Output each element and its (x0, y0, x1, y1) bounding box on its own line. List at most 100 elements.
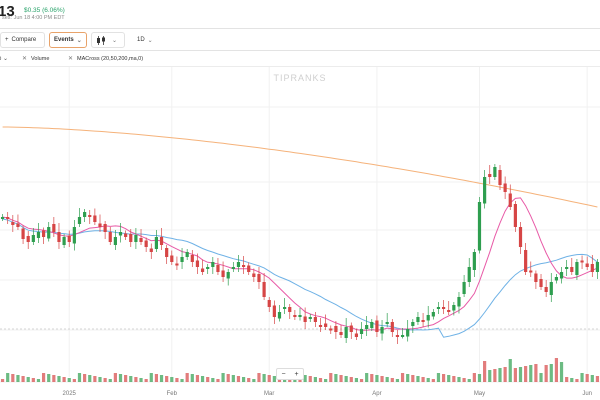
candle-body (452, 305, 456, 311)
indicator-row: p ⌄ ✕ Volume ✕ MACross (20,50,200,ma,0) (0, 51, 600, 67)
volume-bar (231, 375, 235, 382)
candle-body (503, 183, 507, 192)
events-button[interactable]: Events ⌄ (49, 32, 87, 48)
volume-bar (493, 369, 497, 382)
volume-bar (124, 375, 128, 382)
candle-body (11, 222, 15, 225)
candle-body (31, 235, 35, 242)
candle-body (175, 263, 179, 266)
volume-bar (47, 374, 51, 382)
candle-body (231, 267, 235, 269)
interval-label: 1D (137, 37, 145, 43)
candle-body (365, 325, 369, 329)
volume-bar (216, 379, 220, 382)
close-icon[interactable]: ✕ (68, 55, 73, 62)
candle-body (103, 224, 107, 232)
candle-body (416, 317, 420, 322)
candle-body (595, 262, 600, 272)
volume-bar (365, 373, 369, 382)
x-tick-label: May (474, 391, 485, 397)
volume-bar (195, 375, 200, 382)
candle-body (211, 262, 215, 267)
candle-body (129, 234, 133, 242)
candle-body (195, 260, 200, 267)
candle-body (488, 174, 492, 177)
candle-body (267, 300, 271, 307)
volume-bar (483, 361, 487, 382)
volume-bar (498, 368, 502, 382)
compare-button[interactable]: + Compare (0, 32, 45, 48)
close-time: ses: Jun 18 4:00 PM EDT (2, 15, 65, 21)
price-chart[interactable]: TIPRANKS 2025 Feb Mar Apr May Jun (0, 67, 600, 400)
candle-body (236, 262, 241, 267)
volume-bar (31, 378, 35, 382)
candle-body (67, 235, 71, 242)
volume-bar (524, 366, 528, 382)
volume-bar (477, 374, 482, 382)
candle-body (252, 273, 256, 277)
candle-body (334, 326, 338, 332)
candle-body (93, 215, 97, 222)
candle-body (159, 237, 164, 245)
candle-body (180, 257, 184, 262)
candle-body (124, 233, 128, 237)
volume-bar (185, 373, 189, 382)
candle-body (477, 202, 482, 251)
volume-bar (395, 379, 400, 382)
volume-bar (375, 375, 379, 382)
volume-bar (559, 362, 564, 382)
volume-bar (154, 374, 159, 382)
volume-bar (421, 377, 425, 382)
candle-body (200, 268, 205, 272)
volume-bar (36, 379, 41, 382)
candle-body (206, 267, 210, 269)
zoom-out-button[interactable]: − (281, 371, 285, 378)
candle-body (277, 312, 282, 319)
volume-bar (308, 376, 312, 382)
candle-body (580, 260, 584, 263)
candle-body (359, 329, 364, 334)
candle-body (441, 307, 446, 309)
volume-bar (211, 378, 215, 382)
candle-body (462, 282, 466, 294)
candle-body (272, 305, 276, 317)
candle-body (62, 237, 66, 245)
indicator-chip-macross[interactable]: ✕ MACross (20,50,200,ma,0) (68, 53, 143, 64)
candle-body (190, 255, 194, 262)
indicator-chip-partial[interactable]: p ⌄ (0, 53, 8, 64)
chevron-down-icon: ⌄ (147, 37, 153, 44)
candle-body (288, 307, 292, 312)
candle-body (262, 282, 266, 297)
candle-body (524, 250, 528, 272)
close-icon[interactable]: ✕ (22, 55, 27, 62)
volume-bar (370, 374, 374, 382)
candle-body (570, 267, 574, 272)
compare-label: Compare (11, 37, 37, 43)
volume-bar (416, 376, 420, 382)
volume-bar (303, 375, 307, 382)
indicator-chip-volume[interactable]: ✕ Volume (22, 53, 49, 64)
chart-type-button[interactable]: ⌄ (91, 32, 125, 48)
volume-bar (585, 374, 589, 382)
quote-header: 13 $0.35 (6.06%) ses: Jun 18 4:00 PM EDT (0, 0, 600, 28)
volume-bar (400, 373, 405, 382)
volume-bar (221, 373, 225, 382)
volume-bar (67, 378, 71, 382)
volume-bar (359, 379, 364, 382)
volume-bar (134, 377, 138, 382)
volume-bar (329, 373, 333, 382)
volume-bar (575, 379, 579, 382)
volume-bar (77, 373, 82, 382)
candle-body (57, 232, 61, 242)
zoom-in-button[interactable]: + (294, 371, 298, 378)
candle-body (113, 237, 117, 245)
interval-select[interactable]: 1D ⌄ (133, 32, 157, 48)
volume-bar (447, 375, 451, 382)
volume-bar (206, 377, 210, 382)
volume-bar (52, 375, 56, 382)
candle-body (283, 307, 287, 309)
candle-body (339, 332, 343, 335)
candle-body (170, 255, 174, 262)
volume-bar (241, 377, 246, 382)
candle-body (329, 328, 333, 331)
